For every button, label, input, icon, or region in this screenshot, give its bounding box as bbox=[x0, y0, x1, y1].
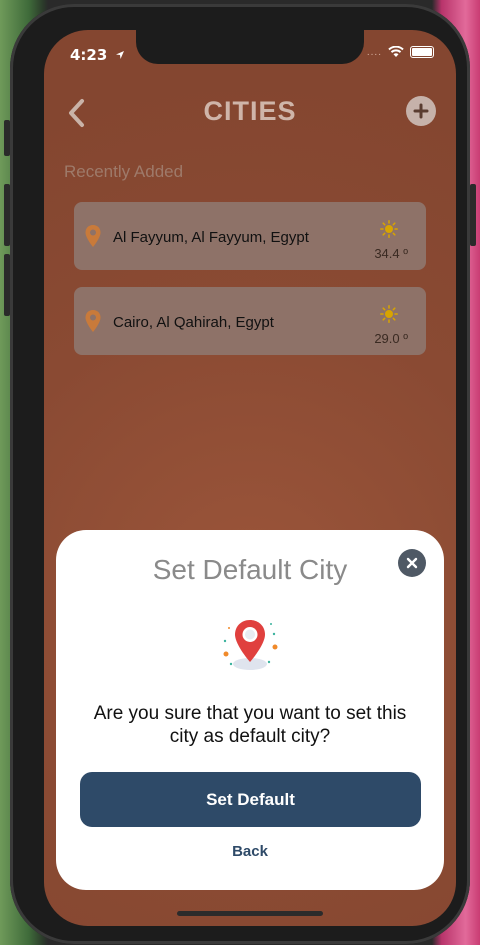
dialog-message: Are you sure that you want to set this c… bbox=[93, 703, 407, 747]
set-default-button[interactable]: Set Default bbox=[80, 772, 421, 827]
notch bbox=[136, 30, 364, 64]
app-screen: 4:23 .... CITIES Recently Added Al Fayyu… bbox=[44, 30, 456, 926]
back-button[interactable]: Back bbox=[56, 843, 444, 860]
close-button[interactable] bbox=[398, 549, 426, 577]
mute-switch bbox=[4, 120, 10, 156]
volume-up-button bbox=[4, 184, 10, 246]
power-button bbox=[470, 184, 476, 246]
phone-frame: 4:23 .... CITIES Recently Added Al Fayyu… bbox=[4, 4, 476, 944]
dialog-title: Set Default City bbox=[152, 554, 348, 585]
home-indicator bbox=[177, 911, 323, 916]
volume-down-button bbox=[4, 254, 10, 316]
close-icon bbox=[406, 557, 418, 569]
location-pin-icon bbox=[223, 620, 278, 670]
set-default-city-dialog: Set Default City Are you sure that you w… bbox=[56, 530, 444, 890]
